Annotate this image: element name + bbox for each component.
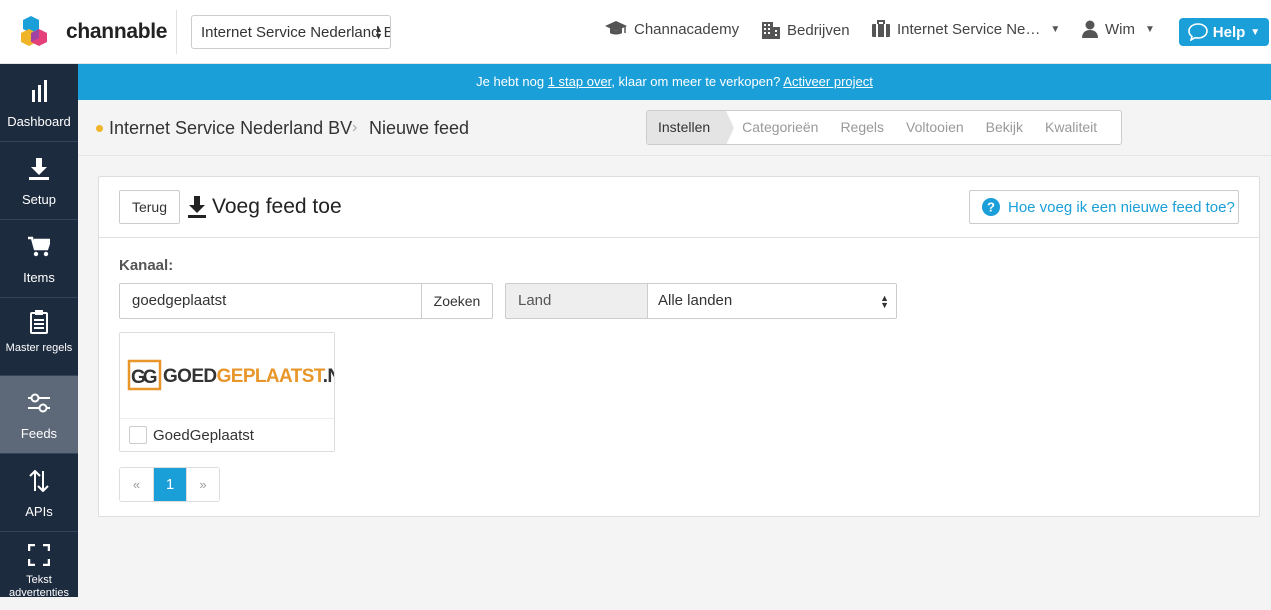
- header-divider: [176, 10, 177, 54]
- project-select-value: Internet Service Nederland BV: [201, 24, 391, 41]
- nav-bedrijven[interactable]: Bedrijven: [761, 20, 850, 40]
- chevron-right-icon: ›: [352, 119, 358, 136]
- pagination-page-1[interactable]: 1: [153, 468, 186, 501]
- cart-icon: [28, 236, 50, 257]
- sidebar-item-label: Setup: [22, 192, 56, 207]
- graduation-cap-icon: [605, 21, 627, 35]
- channel-card[interactable]: GG GOEDGEPLAATST.NL GoedGeplaatst: [119, 332, 353, 452]
- breadcrumb-company[interactable]: Internet Service Nederland BV: [109, 118, 352, 139]
- expand-icon: [28, 544, 50, 566]
- nav-channacademy-label: Channacademy: [634, 20, 740, 38]
- channel-card-footer: GoedGeplaatst: [129, 426, 254, 444]
- svg-text:?: ?: [987, 200, 995, 215]
- step-voltooien[interactable]: Voltooien: [895, 111, 975, 144]
- sidebar-item-label: Dashboard: [7, 114, 71, 129]
- banner-text: , klaar om meer te verkopen?: [611, 74, 784, 89]
- sidebar-item-label: APIs: [25, 504, 53, 519]
- clipboard-icon: [30, 310, 48, 334]
- land-label: Land: [505, 283, 648, 319]
- download-icon: [188, 196, 206, 218]
- add-feed-panel: Terug Voeg feed toe ? Hoe voeg ik een ni…: [98, 176, 1260, 517]
- step-regels[interactable]: Regels: [829, 111, 895, 144]
- sidebar-item-label: Feeds: [20, 426, 58, 441]
- sliders-icon: [28, 393, 50, 413]
- channel-search-input[interactable]: goedgeplaatst: [119, 283, 422, 319]
- sidebar-item-master-regels[interactable]: Master regels: [0, 298, 78, 376]
- nav-project-label: Internet Service Ne…: [897, 20, 1041, 38]
- back-button[interactable]: Terug: [119, 190, 180, 224]
- step-kwaliteit[interactable]: Kwaliteit: [1034, 111, 1108, 144]
- sidebar-item-apis[interactable]: APIs: [0, 454, 78, 532]
- top-bar: channable Internet Service Nederland BV …: [0, 0, 1271, 64]
- nav-channacademy[interactable]: Channacademy: [604, 20, 739, 38]
- sidebar-item-label: Items: [23, 270, 55, 285]
- sidebar-item-items[interactable]: Items: [0, 220, 78, 298]
- help-label: Help: [1212, 23, 1246, 41]
- select-arrows-icon: ▲ ▼: [374, 24, 383, 41]
- step-categorieen[interactable]: Categorieën: [726, 111, 829, 144]
- chat-bubble-icon: [1187, 23, 1208, 41]
- pagination-next[interactable]: »: [186, 468, 219, 501]
- pagination-prev[interactable]: «: [120, 468, 153, 501]
- activation-banner: Je hebt nog 1 stap over, klaar om meer t…: [78, 64, 1271, 100]
- sidebar-item-label: Tekst advertenties: [9, 574, 69, 599]
- user-icon: [1082, 20, 1098, 38]
- search-button[interactable]: Zoeken: [421, 283, 493, 319]
- chevron-down-icon: ▼: [1145, 23, 1155, 35]
- howto-label: Hoe voeg ik een nieuwe feed toe?: [1008, 198, 1235, 216]
- sidebar-item-tekst-advertenties[interactable]: Tekst advertenties: [0, 532, 78, 610]
- status-dot: [96, 125, 103, 132]
- goedgeplaatst-logo-icon: GG GOEDGEPLAATST.NL: [127, 359, 353, 391]
- logo-text-dark: GOED: [163, 366, 217, 387]
- arrows-updown-icon: [29, 470, 49, 492]
- building-icon: [762, 22, 780, 39]
- pagination: « 1 »: [119, 467, 220, 502]
- nav-bedrijven-label: Bedrijven: [787, 21, 850, 39]
- channel-checkbox[interactable]: [129, 426, 147, 444]
- step-bekijk[interactable]: Bekijk: [975, 111, 1034, 144]
- sidebar-item-feeds[interactable]: Feeds: [0, 376, 78, 454]
- sidebar-item-setup[interactable]: Setup: [0, 142, 78, 220]
- breadcrumb-page: Nieuwe feed: [369, 118, 470, 138]
- chevron-down-icon: ▼: [1250, 26, 1261, 38]
- svg-text:GOEDGEPLAATST.NL: GOEDGEPLAATST.NL: [163, 366, 334, 387]
- breadcrumb: Internet Service Nederland BV › Nieuwe f…: [78, 100, 1271, 156]
- kanaal-label: Kanaal:: [119, 257, 174, 274]
- step-instellen[interactable]: Instellen: [647, 111, 735, 144]
- banner-text: Je hebt nog: [476, 74, 548, 89]
- bar-chart-icon: [32, 80, 47, 102]
- channel-name: GoedGeplaatst: [153, 426, 254, 444]
- activate-project-link[interactable]: Activeer project: [783, 74, 873, 89]
- page-title-text: Voeg feed toe: [212, 195, 342, 218]
- chevron-down-icon: ▼: [1050, 23, 1061, 35]
- download-icon: [29, 158, 49, 180]
- briefcase-icon: [872, 20, 890, 37]
- nav-project-dropdown[interactable]: Internet Service Ne… ▼: [871, 20, 1060, 38]
- brand-name: channable: [66, 20, 168, 43]
- panel-header: Terug Voeg feed toe ? Hoe voeg ik een ni…: [99, 177, 1259, 238]
- logo-text-suffix: .NL: [323, 366, 334, 387]
- question-circle-icon: ?: [982, 198, 1000, 216]
- country-select-value: Alle landen: [658, 292, 733, 309]
- country-select[interactable]: Alle landen ▲ ▼: [647, 283, 897, 319]
- sidebar-item-label: Master regels: [5, 342, 73, 354]
- logo-text-orange: GEPLAATST: [217, 366, 326, 387]
- sidebar-item-dashboard[interactable]: Dashboard: [0, 64, 78, 142]
- howto-button[interactable]: ? Hoe voeg ik een nieuwe feed toe?: [969, 190, 1239, 224]
- svg-text:GG: GG: [131, 367, 157, 388]
- sidebar: Dashboard Setup Items Master regels Feed…: [0, 64, 78, 599]
- project-select[interactable]: Internet Service Nederland BV ▲ ▼: [191, 15, 391, 49]
- select-arrows-icon: ▲ ▼: [880, 293, 889, 310]
- banner-steps-link[interactable]: 1 stap over: [548, 74, 612, 89]
- channable-logo-icon[interactable]: [19, 14, 59, 50]
- page-title: Voeg feed toe: [188, 195, 342, 219]
- nav-user-label: Wim: [1105, 20, 1135, 38]
- wizard-steps: Instellen Categorieën Regels Voltooien B…: [646, 110, 1122, 145]
- goedgeplaatst-logo: GG GOEDGEPLAATST.NL: [120, 333, 353, 419]
- nav-user-menu[interactable]: Wim ▼: [1081, 20, 1155, 38]
- help-button[interactable]: Help ▼: [1179, 18, 1269, 46]
